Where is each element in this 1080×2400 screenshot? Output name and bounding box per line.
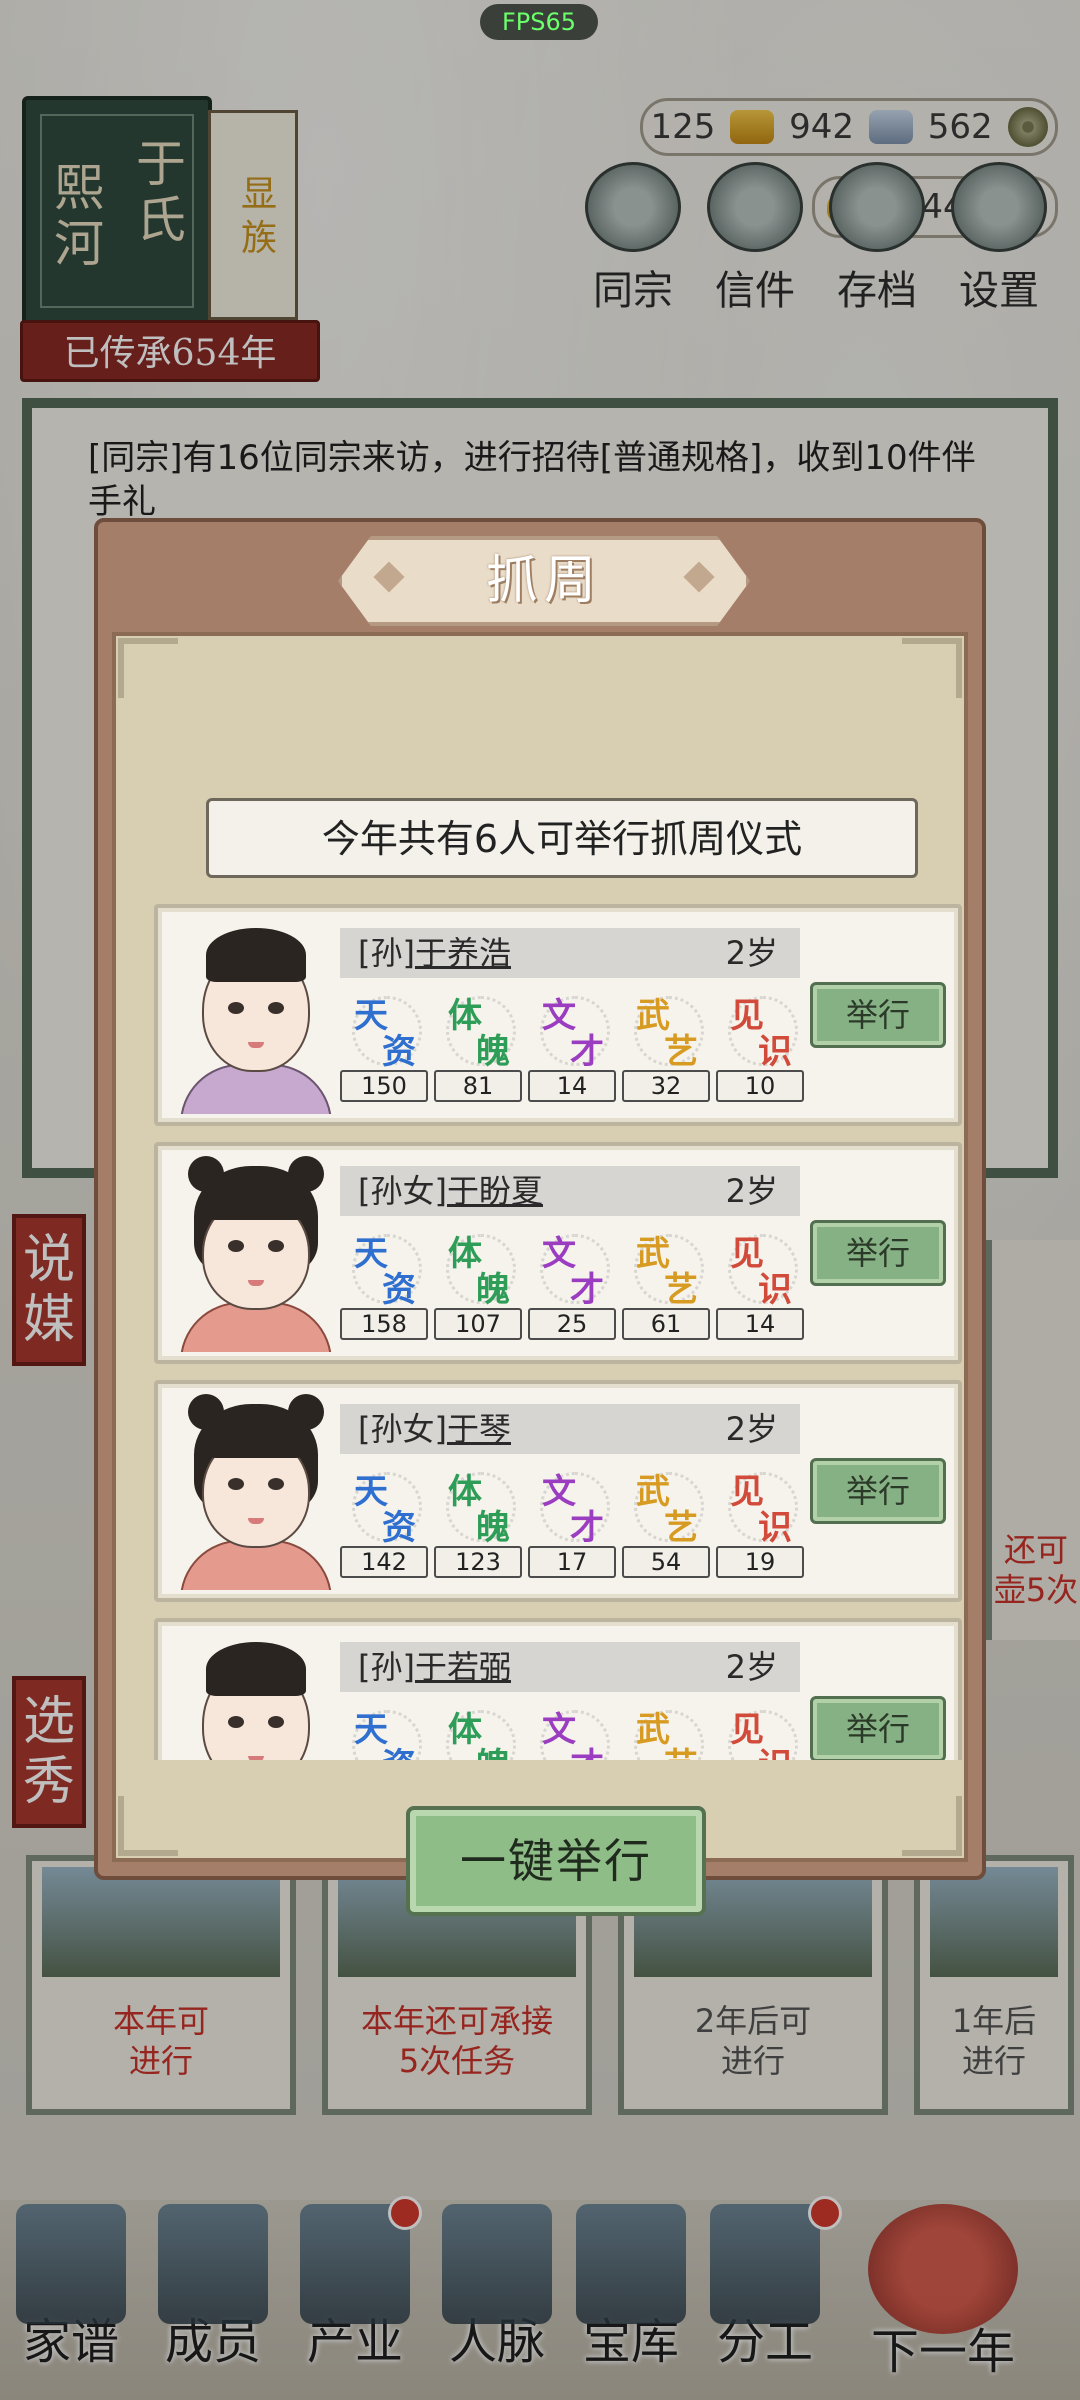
attr-knowledge: 见识 (722, 988, 802, 1072)
stat-talent: 142 (340, 1546, 428, 1578)
hold-ceremony-button[interactable]: 举行 (810, 1220, 946, 1286)
attr-knowledge: 见识 (722, 1226, 802, 1310)
child-age: 2岁 (725, 1648, 778, 1686)
child-relation: [孙] (358, 934, 415, 972)
child-name[interactable]: 于养浩 (415, 934, 511, 972)
child-name-bar: [孙女]于盼夏 2岁 (340, 1166, 800, 1216)
attr-literary: 文才 (534, 1702, 614, 1760)
child-name-bar: [孙女]于琴 2岁 (340, 1404, 800, 1454)
child-row: [孙]于养浩 2岁 天资 体魄 文才 武艺 见识 150 81 14 32 10… (154, 904, 962, 1126)
modal-body: 今年共有6人可举行抓周仪式 [孙]于养浩 2岁 天资 体魄 文才 武艺 见识 1… (112, 632, 968, 1916)
stat-literary: 25 (528, 1308, 616, 1340)
attr-physique: 体魄 (440, 1702, 520, 1760)
child-name[interactable]: 于若弼 (415, 1648, 511, 1686)
stat-physique: 107 (434, 1308, 522, 1340)
child-age: 2岁 (725, 1172, 778, 1210)
stat-literary: 14 (528, 1070, 616, 1102)
child-row: [孙]于若弼 2岁 天资 体魄 文才 武艺 见识 举行 (154, 1618, 962, 1760)
attr-physique: 体魄 (440, 988, 520, 1072)
child-relation: [孙女] (358, 1172, 447, 1210)
child-age: 2岁 (725, 1410, 778, 1448)
child-name[interactable]: 于盼夏 (447, 1172, 543, 1210)
stat-martial: 54 (622, 1546, 710, 1578)
child-avatar (176, 914, 336, 1114)
stat-knowledge: 19 (716, 1546, 804, 1578)
attr-martial: 武艺 (628, 1226, 708, 1310)
child-avatar (176, 1152, 336, 1352)
fps-counter: FPS65 (480, 4, 598, 40)
attr-martial: 武艺 (628, 1464, 708, 1548)
stat-knowledge: 10 (716, 1070, 804, 1102)
attr-talent: 天资 (346, 988, 426, 1072)
attr-literary: 文才 (534, 988, 614, 1072)
child-list[interactable]: [孙]于养浩 2岁 天资 体魄 文才 武艺 见识 150 81 14 32 10… (154, 904, 974, 1760)
child-relation: [孙女] (358, 1410, 447, 1448)
ceremony-summary: 今年共有6人可举行抓周仪式 (206, 798, 918, 878)
child-name-bar: [孙]于养浩 2岁 (340, 928, 800, 978)
stat-talent: 150 (340, 1070, 428, 1102)
hold-ceremony-button[interactable]: 举行 (810, 1696, 946, 1760)
stat-knowledge: 14 (716, 1308, 804, 1340)
stat-physique: 123 (434, 1546, 522, 1578)
stat-martial: 61 (622, 1308, 710, 1340)
attr-literary: 文才 (534, 1226, 614, 1310)
child-name[interactable]: 于琴 (447, 1410, 511, 1448)
hold-all-button[interactable]: 一键举行 (406, 1806, 706, 1916)
attr-talent: 天资 (346, 1464, 426, 1548)
child-avatar (176, 1628, 336, 1760)
attr-knowledge: 见识 (722, 1464, 802, 1548)
modal-title: 抓周 (485, 551, 602, 611)
hold-ceremony-button[interactable]: 举行 (810, 982, 946, 1048)
attr-knowledge: 见识 (722, 1702, 802, 1760)
stat-literary: 17 (528, 1546, 616, 1578)
attr-martial: 武艺 (628, 988, 708, 1072)
child-avatar (176, 1390, 336, 1590)
stat-physique: 81 (434, 1070, 522, 1102)
attr-literary: 文才 (534, 1464, 614, 1548)
stat-talent: 158 (340, 1308, 428, 1340)
child-row: [孙女]于琴 2岁 天资 体魄 文才 武艺 见识 142 123 17 54 1… (154, 1380, 962, 1602)
child-name-bar: [孙]于若弼 2岁 (340, 1642, 800, 1692)
attr-talent: 天资 (346, 1226, 426, 1310)
attr-martial: 武艺 (628, 1702, 708, 1760)
stat-martial: 32 (622, 1070, 710, 1102)
child-age: 2岁 (725, 934, 778, 972)
hold-ceremony-button[interactable]: 举行 (810, 1458, 946, 1524)
child-relation: [孙] (358, 1648, 415, 1686)
attr-talent: 天资 (346, 1702, 426, 1760)
attr-physique: 体魄 (440, 1226, 520, 1310)
attr-physique: 体魄 (440, 1464, 520, 1548)
zhuazhou-modal: 抓周 今年共有6人可举行抓周仪式 [孙]于养浩 2岁 天资 体魄 文才 武艺 见… (94, 518, 986, 1916)
child-row: [孙女]于盼夏 2岁 天资 体魄 文才 武艺 见识 158 107 25 61 … (154, 1142, 962, 1364)
